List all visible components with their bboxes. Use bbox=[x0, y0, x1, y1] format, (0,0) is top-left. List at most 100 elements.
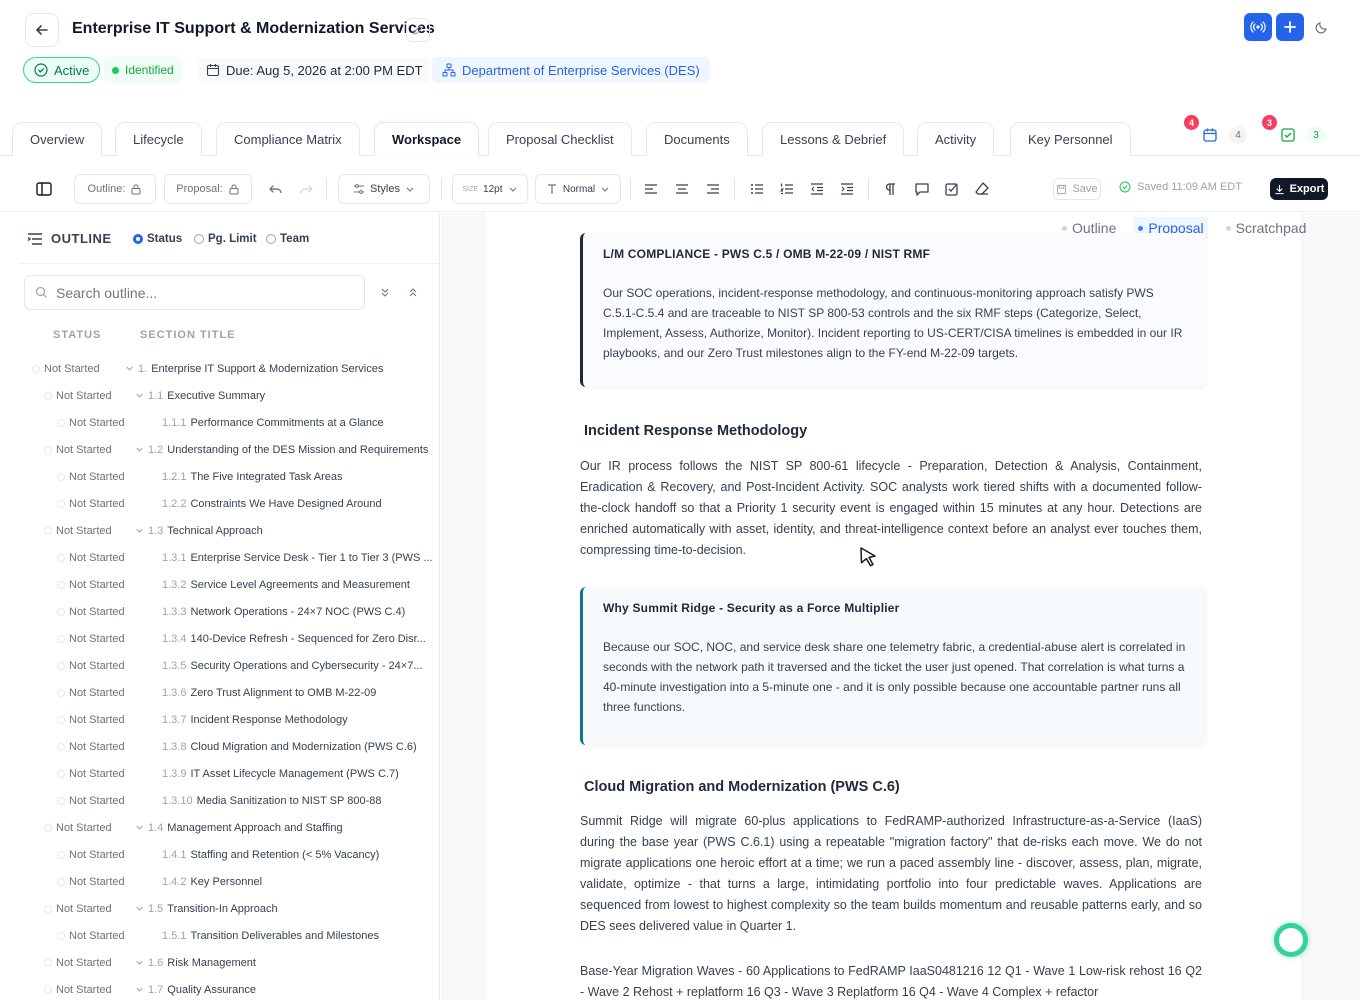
row-status[interactable]: Not Started bbox=[24, 957, 128, 969]
row-status[interactable]: Not Started bbox=[24, 471, 141, 483]
bullet-list-button[interactable] bbox=[747, 179, 767, 199]
tab-key-personnel[interactable]: Key Personnel bbox=[1010, 122, 1131, 156]
mode-team-radio[interactable]: Team bbox=[266, 233, 309, 245]
paragraph-style-dropdown[interactable]: Normal bbox=[535, 174, 621, 204]
task-check-button[interactable] bbox=[942, 179, 962, 199]
outline-row[interactable]: Not Started 1.3 Technical Approach bbox=[24, 517, 434, 544]
font-size-dropdown[interactable]: SIZE 12pt bbox=[452, 174, 528, 204]
chevron-down-icon[interactable] bbox=[134, 958, 144, 968]
tab-workspace[interactable]: Workspace bbox=[374, 122, 480, 156]
section-heading[interactable]: Incident Response Methodology bbox=[584, 423, 807, 439]
row-status[interactable]: Not Started bbox=[24, 363, 116, 375]
styles-dropdown[interactable]: Styles bbox=[338, 174, 430, 204]
assistant-fab[interactable] bbox=[1274, 923, 1308, 957]
mode-pg-limit-radio[interactable]: Pg. Limit bbox=[194, 233, 257, 245]
paragraph-marks-button[interactable] bbox=[881, 179, 901, 199]
redo-button[interactable] bbox=[296, 179, 316, 199]
save-button[interactable]: Save bbox=[1053, 178, 1101, 200]
row-status[interactable]: Not Started bbox=[24, 552, 141, 564]
outline-row[interactable]: Not Started 1. Enterprise IT Support & Mod… bbox=[24, 355, 434, 382]
row-status[interactable]: Not Started bbox=[24, 903, 128, 915]
outline-row[interactable]: Not Started 1.3.2 Service Level Agreements… bbox=[24, 571, 434, 598]
clear-format-button[interactable] bbox=[972, 179, 992, 199]
broadcast-button[interactable] bbox=[1244, 13, 1272, 41]
mode-status-radio[interactable]: Status bbox=[133, 233, 182, 245]
outline-search[interactable] bbox=[24, 275, 365, 310]
outline-row[interactable]: Not Started 1.2.1 The Five Integrated Task… bbox=[24, 463, 434, 490]
outline-lock-button[interactable]: Outline: bbox=[74, 174, 156, 204]
win-theme-callout[interactable]: Why Summit Ridge - Security as a Force M… bbox=[580, 587, 1206, 745]
outline-row[interactable]: Not Started 1.3.9 IT Asset Lifecycle Manag… bbox=[24, 760, 434, 787]
row-status[interactable]: Not Started bbox=[24, 390, 128, 402]
numbered-list-button[interactable] bbox=[777, 179, 797, 199]
row-status[interactable]: Not Started bbox=[24, 687, 141, 699]
outline-row[interactable]: Not Started 1.3.6 Zero Trust Alignment to … bbox=[24, 679, 434, 706]
outline-row[interactable]: Not Started 1.7 Quality Assurance bbox=[24, 976, 434, 1000]
collapse-all-button[interactable] bbox=[407, 286, 419, 298]
outline-row[interactable]: Not Started 1.3.1 Enterprise Service Desk … bbox=[24, 544, 434, 571]
row-status[interactable]: Not Started bbox=[24, 498, 141, 510]
edit-title-button[interactable] bbox=[406, 18, 430, 42]
department-chip[interactable]: Department of Enterprise Services (DES) bbox=[432, 57, 710, 83]
theme-toggle[interactable] bbox=[1308, 13, 1336, 41]
row-status[interactable]: Not Started bbox=[24, 714, 141, 726]
row-status[interactable]: Not Started bbox=[24, 876, 141, 888]
comment-button[interactable] bbox=[912, 179, 932, 199]
toggle-sidebar-button[interactable] bbox=[28, 174, 60, 204]
row-status[interactable]: Not Started bbox=[24, 660, 141, 672]
row-status[interactable]: Not Started bbox=[24, 795, 141, 807]
status-chip-active[interactable]: Active bbox=[23, 57, 101, 83]
row-status[interactable]: Not Started bbox=[24, 984, 128, 996]
outdent-button[interactable] bbox=[807, 179, 827, 199]
outline-row[interactable]: Not Started 1.6 Risk Management bbox=[24, 949, 434, 976]
align-left-button[interactable] bbox=[641, 179, 661, 199]
export-button[interactable]: Export bbox=[1270, 178, 1328, 200]
chevron-down-icon[interactable] bbox=[134, 823, 144, 833]
add-button[interactable] bbox=[1276, 13, 1304, 41]
tab-compliance-matrix[interactable]: Compliance Matrix bbox=[216, 122, 360, 156]
due-date-chip[interactable]: Due: Aug 5, 2026 at 2:00 PM EDT bbox=[198, 57, 431, 83]
chevron-down-icon[interactable] bbox=[134, 904, 144, 914]
outline-row[interactable]: Not Started 1.3.5 Security Operations and … bbox=[24, 652, 434, 679]
outline-row[interactable]: Not Started 1.2 Understanding of the DES M… bbox=[24, 436, 434, 463]
calendar-tab-button[interactable] bbox=[1200, 125, 1220, 145]
row-status[interactable]: Not Started bbox=[24, 849, 141, 861]
tab-overview[interactable]: Overview bbox=[12, 122, 103, 156]
tasks-tab-button[interactable] bbox=[1278, 125, 1298, 145]
view-tab-scratchpad[interactable]: Scratchpad bbox=[1222, 217, 1311, 239]
proposal-lock-button[interactable]: Proposal: bbox=[164, 174, 252, 204]
outline-row[interactable]: Not Started 1.1.1 Performance Commitments … bbox=[24, 409, 434, 436]
row-status[interactable]: Not Started bbox=[24, 768, 141, 780]
chevron-down-icon[interactable] bbox=[134, 391, 144, 401]
chevron-down-icon[interactable] bbox=[134, 526, 144, 536]
row-status[interactable]: Not Started bbox=[24, 606, 141, 618]
chevron-down-icon[interactable] bbox=[134, 985, 144, 995]
outline-row[interactable]: Not Started 1.3.7 Incident Response Method… bbox=[24, 706, 434, 733]
outline-row[interactable]: Not Started 1.4.1 Staffing and Retention (… bbox=[24, 841, 434, 868]
chevron-down-icon[interactable] bbox=[134, 445, 144, 455]
row-status[interactable]: Not Started bbox=[24, 633, 141, 645]
compliance-callout[interactable]: L/M COMPLIANCE - PWS C.5 / OMB M-22-09 /… bbox=[580, 233, 1206, 387]
outline-row[interactable]: Not Started 1.4 Management Approach and St… bbox=[24, 814, 434, 841]
chevron-down-icon[interactable] bbox=[124, 364, 134, 374]
tab-proposal-checklist[interactable]: Proposal Checklist bbox=[488, 122, 632, 156]
row-status[interactable]: Not Started bbox=[24, 822, 128, 834]
section-paragraph[interactable]: Our IR process follows the NIST SP 800-6… bbox=[580, 456, 1202, 561]
outline-row[interactable]: Not Started 1.2.2 Constraints We Have Desi… bbox=[24, 490, 434, 517]
outline-row[interactable]: Not Started 1.3.4 140-Device Refresh - Seq… bbox=[24, 625, 434, 652]
expand-all-button[interactable] bbox=[379, 286, 391, 298]
tab-lifecycle[interactable]: Lifecycle bbox=[115, 122, 202, 156]
indent-button[interactable] bbox=[837, 179, 857, 199]
outline-row[interactable]: Not Started 1.5.1 Transition Deliverables … bbox=[24, 922, 434, 949]
row-status[interactable]: Not Started bbox=[24, 417, 141, 429]
tab-documents[interactable]: Documents bbox=[646, 122, 748, 156]
row-status[interactable]: Not Started bbox=[24, 444, 128, 456]
outline-row[interactable]: Not Started 1.3.10 Media Sanitization to N… bbox=[24, 787, 434, 814]
row-status[interactable]: Not Started bbox=[24, 525, 128, 537]
back-button[interactable] bbox=[25, 13, 59, 47]
outline-row[interactable]: Not Started 1.4.2 Key Personnel bbox=[24, 868, 434, 895]
stage-chip-identified[interactable]: Identified bbox=[104, 57, 182, 83]
align-center-button[interactable] bbox=[672, 179, 692, 199]
row-status[interactable]: Not Started bbox=[24, 930, 141, 942]
tab-lessons-debrief[interactable]: Lessons & Debrief bbox=[762, 122, 905, 156]
